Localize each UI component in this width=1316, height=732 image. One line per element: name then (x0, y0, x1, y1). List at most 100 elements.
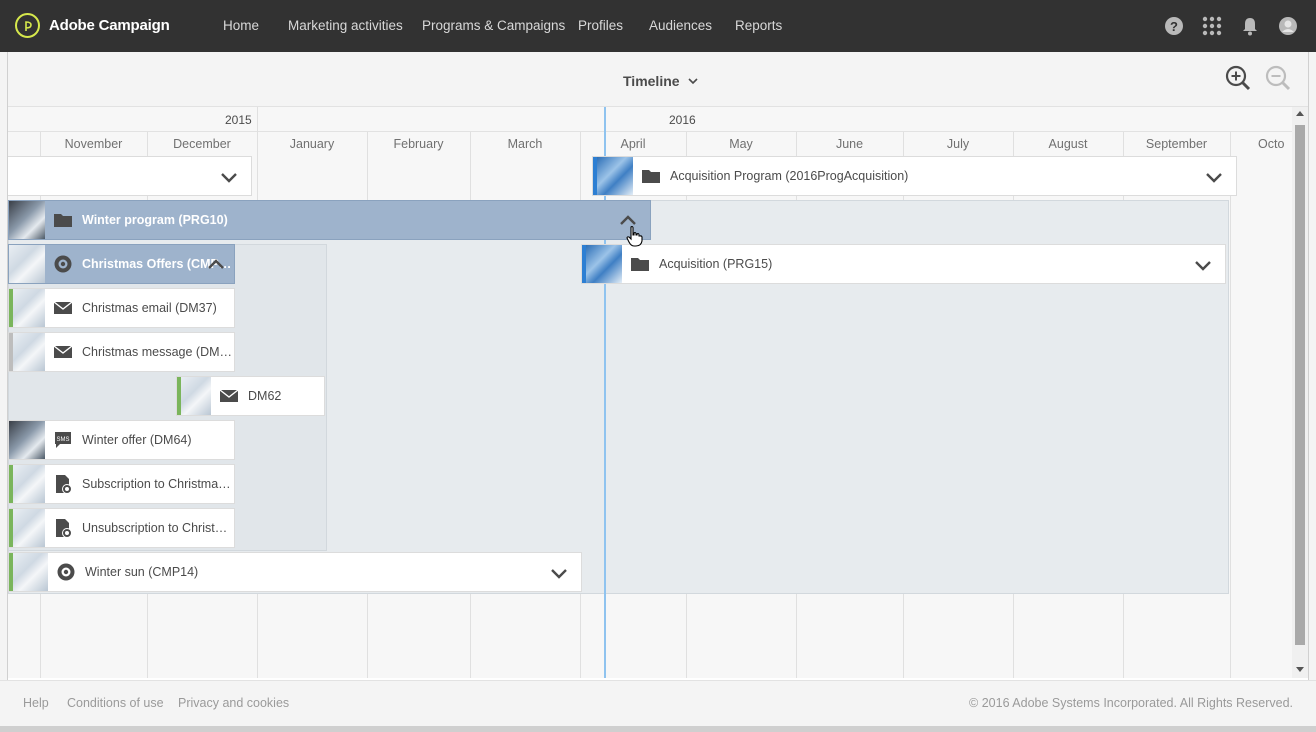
chevron-down-icon (688, 78, 699, 85)
nav-marketing-activities[interactable]: Marketing activities (288, 18, 403, 33)
christmas-message-bar[interactable]: Christmas message (DM40) (8, 332, 235, 372)
landing-page-icon (56, 519, 72, 538)
vertical-scrollbar[interactable] (1292, 107, 1308, 678)
acquisition-program-bar[interactable]: Acquisition Program (2016ProgAcquisition… (592, 156, 1237, 196)
footer-copyright: © 2016 Adobe Systems Incorporated. All R… (969, 696, 1293, 710)
chevron-down-icon[interactable] (1204, 167, 1224, 187)
view-title: Timeline (623, 73, 680, 89)
year-separator (257, 107, 258, 132)
chevron-down-icon[interactable] (219, 167, 239, 187)
winter-sun-bar[interactable]: Winter sun (CMP14) (8, 552, 582, 592)
delivery-thumbnail (13, 289, 45, 327)
folder-icon (642, 170, 660, 183)
campaign-target-icon (54, 255, 72, 273)
month-label: June (835, 137, 864, 151)
landing-page-thumbnail (13, 465, 45, 503)
dm62-bar[interactable]: DM62 (176, 376, 325, 416)
winter-program-bar[interactable]: Winter program (PRG10) (8, 200, 651, 240)
campaign-thumbnail (13, 553, 48, 591)
zoom-out-icon[interactable] (1264, 64, 1292, 92)
delivery-label: Winter offer (DM64) (82, 433, 192, 447)
month-label: Octo (1258, 137, 1285, 151)
timeline-grid[interactable]: 2015 2016 November December January Febr… (8, 107, 1292, 678)
scroll-down-arrow-icon[interactable] (1296, 667, 1304, 672)
program-label: Acquisition Program (2016ProgAcquisition… (670, 169, 909, 183)
right-frame-border (1308, 52, 1316, 680)
unsubscription-christmas-bar[interactable]: Unsubscription to Christma... (8, 508, 235, 548)
month-label: May (729, 137, 753, 151)
footer-privacy-link[interactable]: Privacy and cookies (178, 696, 289, 710)
acquisition-prg15-bar[interactable]: Acquisition (PRG15) (581, 244, 1226, 284)
top-navigation-bar: Adobe Campaign Home Marketing activities… (0, 0, 1316, 52)
month-label: November (64, 137, 123, 151)
nav-reports[interactable]: Reports (735, 18, 782, 33)
sms-icon-text: SMS (56, 437, 69, 443)
adobe-campaign-logo-icon[interactable] (15, 13, 40, 38)
delivery-thumbnail (9, 421, 45, 459)
nav-home[interactable]: Home (223, 18, 259, 33)
month-label: September (1145, 137, 1208, 151)
year-label: 2015 (225, 113, 252, 127)
nav-programs-campaigns[interactable]: Programs & Campaigns (422, 18, 565, 33)
folder-icon (631, 258, 649, 271)
logo-glyph-icon (24, 20, 32, 31)
month-label: July (946, 137, 970, 151)
app-brand-title[interactable]: Adobe Campaign (49, 17, 170, 34)
collapsed-program-bar[interactable] (8, 156, 252, 196)
window-bottom-edge (0, 726, 1316, 732)
landing-page-thumbnail (13, 509, 45, 547)
winter-offer-bar[interactable]: SMS Winter offer (DM64) (8, 420, 235, 460)
delivery-thumbnail (181, 377, 211, 415)
delivery-label: Christmas email (DM37) (82, 301, 217, 315)
month-label: February (393, 137, 444, 151)
program-label: Winter program (PRG10) (82, 213, 228, 227)
email-envelope-icon (219, 389, 239, 402)
landing-page-label: Subscription to Christmas N... (82, 477, 234, 491)
footer-help-link[interactable]: Help (23, 696, 49, 710)
footer: Help Conditions of use Privacy and cooki… (0, 680, 1316, 726)
month-row: November December January February March… (8, 132, 1292, 156)
month-separator (1230, 132, 1231, 678)
month-label: August (1048, 137, 1088, 151)
program-thumbnail (586, 245, 622, 283)
email-envelope-icon (53, 345, 73, 358)
apps-grid-icon[interactable] (1202, 16, 1222, 36)
view-header: Timeline (8, 52, 1308, 107)
sms-icon: SMS (55, 432, 71, 448)
campaign-thumbnail (9, 245, 45, 283)
month-label: January (289, 137, 335, 151)
month-label: December (173, 137, 231, 151)
program-thumbnail (597, 157, 633, 195)
notifications-bell-icon[interactable] (1240, 16, 1260, 36)
program-thumbnail (9, 201, 45, 239)
christmas-email-bar[interactable]: Christmas email (DM37) (8, 288, 235, 328)
landing-page-icon (56, 475, 72, 494)
nav-profiles[interactable]: Profiles (578, 18, 623, 33)
folder-icon (54, 214, 72, 227)
view-switcher[interactable]: Timeline (623, 73, 699, 89)
zoom-in-icon[interactable] (1224, 64, 1252, 92)
delivery-thumbnail (13, 333, 45, 371)
user-avatar-icon[interactable] (1278, 16, 1298, 36)
footer-conditions-link[interactable]: Conditions of use (67, 696, 164, 710)
email-envelope-icon (53, 301, 73, 314)
program-label: Acquisition (PRG15) (659, 257, 773, 271)
landing-page-label: Unsubscription to Christma... (82, 521, 234, 535)
campaign-target-icon (57, 563, 75, 581)
scroll-thumb[interactable] (1295, 125, 1305, 645)
left-frame-border (0, 52, 8, 680)
scroll-up-arrow-icon[interactable] (1296, 111, 1304, 116)
chevron-down-icon[interactable] (549, 563, 569, 583)
help-icon[interactable]: ? (1164, 16, 1184, 36)
delivery-label: Christmas message (DM40) (82, 345, 234, 359)
delivery-label: DM62 (248, 389, 282, 403)
chevron-up-icon[interactable] (206, 255, 226, 275)
month-label: April (620, 137, 646, 151)
subscription-christmas-bar[interactable]: Subscription to Christmas N... (8, 464, 235, 504)
svg-text:?: ? (1170, 19, 1178, 34)
year-row: 2015 2016 (8, 107, 1292, 132)
chevron-down-icon[interactable] (1193, 255, 1213, 275)
christmas-offers-bar[interactable]: Christmas Offers (CMP12) (8, 244, 235, 284)
nav-audiences[interactable]: Audiences (649, 18, 712, 33)
hand-pointer-cursor-icon (626, 226, 643, 247)
